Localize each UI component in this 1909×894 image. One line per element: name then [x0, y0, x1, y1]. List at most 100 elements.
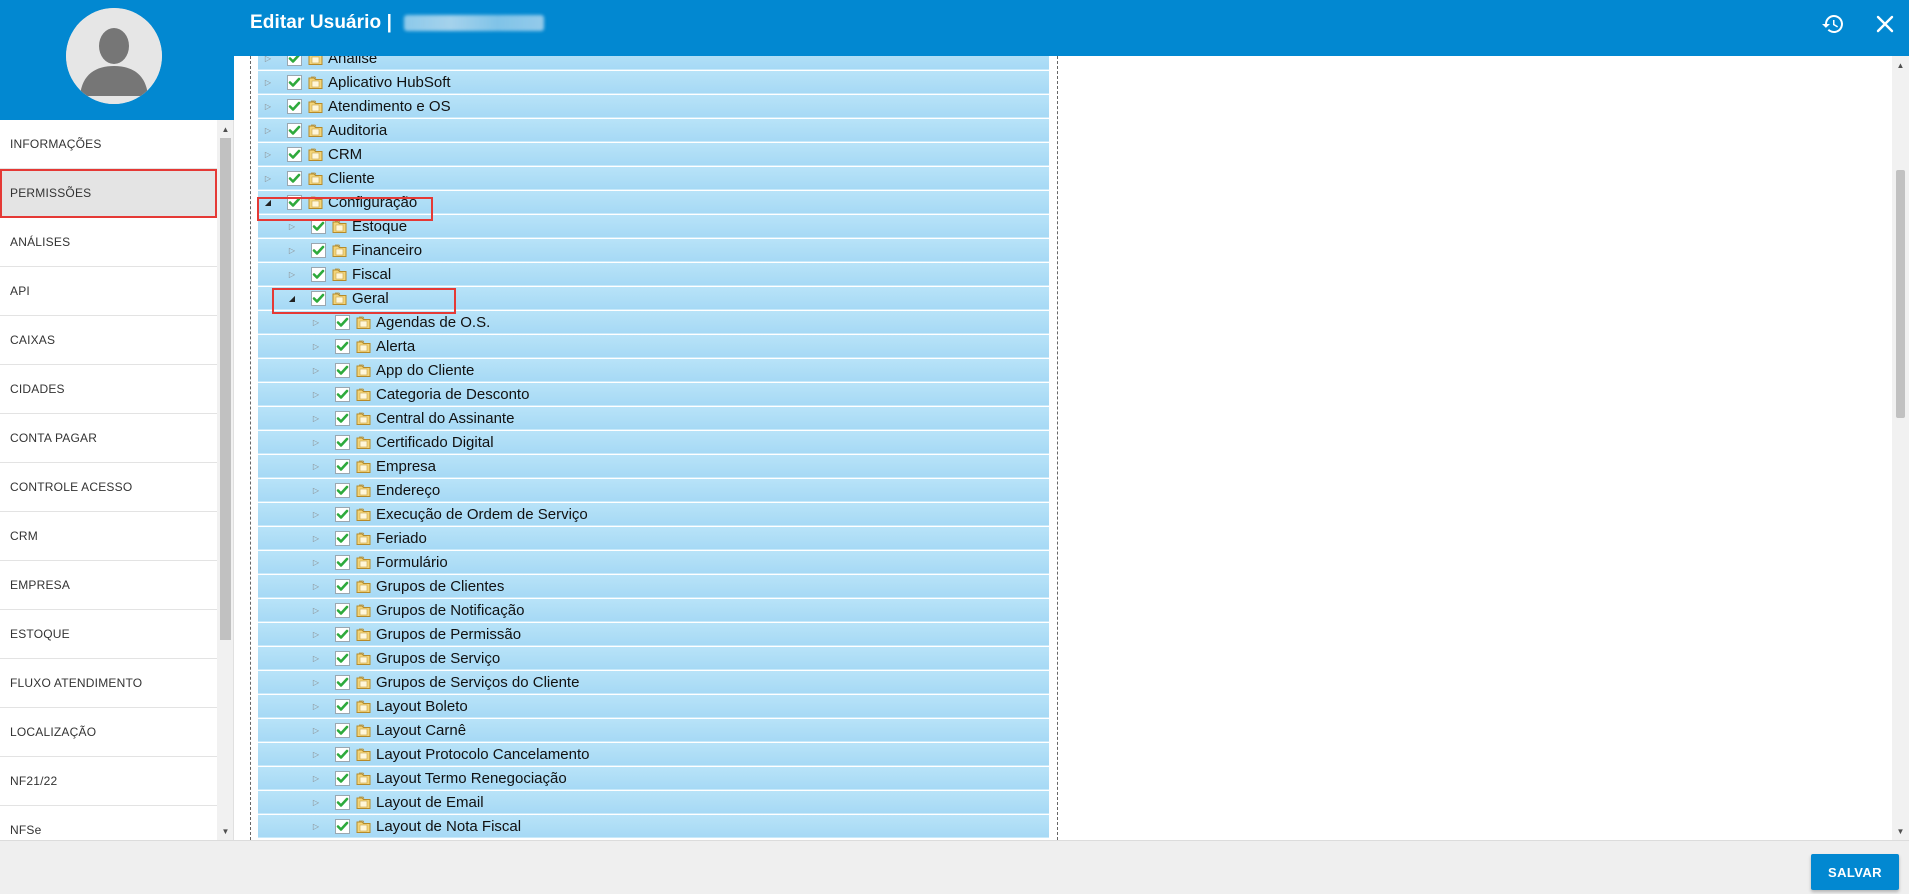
expand-triangle-icon[interactable]: ▷: [310, 556, 322, 568]
expand-triangle-icon[interactable]: ▷: [310, 652, 322, 664]
tree-row[interactable]: ▷ App do Cliente: [258, 359, 1049, 382]
main-scroll-thumb[interactable]: [1896, 170, 1905, 418]
expand-triangle-icon[interactable]: ▷: [262, 100, 274, 112]
tree-row[interactable]: ▷ Layout Termo Renegociação: [258, 767, 1049, 790]
expand-triangle-icon[interactable]: ▷: [310, 676, 322, 688]
checkbox-checked-icon[interactable]: [334, 746, 350, 762]
sidebar-item-nfse[interactable]: NFSe: [0, 806, 217, 840]
tree-row[interactable]: ▷ Layout Boleto: [258, 695, 1049, 718]
checkbox-checked-icon[interactable]: [286, 194, 302, 210]
expand-triangle-icon[interactable]: ▷: [310, 436, 322, 448]
tree-row[interactable]: ▷ Layout Carnê: [258, 719, 1049, 742]
collapse-triangle-icon[interactable]: ◢: [262, 196, 274, 208]
tree-row[interactable]: ◢ Configuração: [258, 191, 1049, 214]
history-button[interactable]: [1819, 10, 1847, 38]
expand-triangle-icon[interactable]: ▷: [286, 244, 298, 256]
expand-triangle-icon[interactable]: ▷: [310, 820, 322, 832]
expand-triangle-icon[interactable]: ▷: [310, 412, 322, 424]
sidebar-item-crm[interactable]: CRM: [0, 512, 217, 561]
tree-row[interactable]: ▷ Atendimento e OS: [258, 95, 1049, 118]
checkbox-checked-icon[interactable]: [334, 554, 350, 570]
tree-row[interactable]: ▷ Grupos de Notificação: [258, 599, 1049, 622]
expand-triangle-icon[interactable]: ▷: [310, 388, 322, 400]
tree-row[interactable]: ▷ Financeiro: [258, 239, 1049, 262]
checkbox-checked-icon[interactable]: [334, 770, 350, 786]
expand-triangle-icon[interactable]: ▷: [310, 316, 322, 328]
expand-triangle-icon[interactable]: ▷: [310, 484, 322, 496]
expand-triangle-icon[interactable]: ▷: [310, 628, 322, 640]
checkbox-checked-icon[interactable]: [334, 410, 350, 426]
expand-triangle-icon[interactable]: ▷: [310, 796, 322, 808]
tree-row[interactable]: ▷ Grupos de Clientes: [258, 575, 1049, 598]
checkbox-checked-icon[interactable]: [310, 242, 326, 258]
expand-triangle-icon[interactable]: ▷: [310, 700, 322, 712]
checkbox-checked-icon[interactable]: [334, 818, 350, 834]
tree-row[interactable]: ▷ Alerta: [258, 335, 1049, 358]
checkbox-checked-icon[interactable]: [334, 314, 350, 330]
tree-row[interactable]: ◢ Geral: [258, 287, 1049, 310]
checkbox-checked-icon[interactable]: [334, 458, 350, 474]
sidebar-item-caixas[interactable]: CAIXAS: [0, 316, 217, 365]
sidebar-item-permissoes[interactable]: PERMISSÕES: [0, 169, 217, 218]
sidebar-item-fluxo-atendimento[interactable]: FLUXO ATENDIMENTO: [0, 659, 217, 708]
checkbox-checked-icon[interactable]: [286, 146, 302, 162]
expand-triangle-icon[interactable]: ▷: [310, 340, 322, 352]
collapse-triangle-icon[interactable]: ◢: [286, 292, 298, 304]
tree-row[interactable]: ▷ Auditoria: [258, 119, 1049, 142]
tree-row[interactable]: ▷ Aplicativo HubSoft: [258, 71, 1049, 94]
main-scrollbar[interactable]: ▲ ▼: [1892, 56, 1909, 840]
tree-row[interactable]: ▷ Layout de Email: [258, 791, 1049, 814]
tree-row[interactable]: ▷ Cliente: [258, 167, 1049, 190]
sidebar-item-controle-acesso[interactable]: CONTROLE ACESSO: [0, 463, 217, 512]
checkbox-checked-icon[interactable]: [334, 530, 350, 546]
tree-row[interactable]: ▷ Grupos de Serviço: [258, 647, 1049, 670]
expand-triangle-icon[interactable]: ▷: [286, 220, 298, 232]
tree-row[interactable]: ▷ Agendas de O.S.: [258, 311, 1049, 334]
sidebar-item-cidades[interactable]: CIDADES: [0, 365, 217, 414]
expand-triangle-icon[interactable]: ▷: [262, 124, 274, 136]
expand-triangle-icon[interactable]: ▷: [310, 604, 322, 616]
main-scroll-down-icon[interactable]: ▼: [1892, 824, 1909, 838]
expand-triangle-icon[interactable]: ▷: [262, 172, 274, 184]
tree-row[interactable]: ▷ Certificado Digital: [258, 431, 1049, 454]
tree-row[interactable]: ▷ CRM: [258, 143, 1049, 166]
close-button[interactable]: [1871, 10, 1899, 38]
checkbox-checked-icon[interactable]: [286, 170, 302, 186]
checkbox-checked-icon[interactable]: [334, 506, 350, 522]
tree-row[interactable]: ▷ Análise: [258, 56, 1049, 70]
checkbox-checked-icon[interactable]: [286, 56, 302, 66]
expand-triangle-icon[interactable]: ▷: [310, 364, 322, 376]
tree-row[interactable]: ▷ Estoque: [258, 215, 1049, 238]
checkbox-checked-icon[interactable]: [334, 362, 350, 378]
checkbox-checked-icon[interactable]: [334, 698, 350, 714]
tree-row[interactable]: ▷ Grupos de Serviços do Cliente: [258, 671, 1049, 694]
checkbox-checked-icon[interactable]: [334, 674, 350, 690]
sidebar-item-estoque[interactable]: ESTOQUE: [0, 610, 217, 659]
sidebar-item-informacoes[interactable]: INFORMAÇÕES: [0, 120, 217, 169]
sidebar-scrollbar[interactable]: ▲ ▼: [217, 120, 233, 840]
sidebar-item-nf21-22[interactable]: NF21/22: [0, 757, 217, 806]
checkbox-checked-icon[interactable]: [334, 434, 350, 450]
sidebar-item-empresa[interactable]: EMPRESA: [0, 561, 217, 610]
checkbox-checked-icon[interactable]: [334, 794, 350, 810]
checkbox-checked-icon[interactable]: [334, 602, 350, 618]
checkbox-checked-icon[interactable]: [286, 122, 302, 138]
tree-row[interactable]: ▷ Grupos de Permissão: [258, 623, 1049, 646]
expand-triangle-icon[interactable]: ▷: [310, 460, 322, 472]
expand-triangle-icon[interactable]: ▷: [310, 724, 322, 736]
checkbox-checked-icon[interactable]: [334, 386, 350, 402]
sidebar-item-localizacao[interactable]: LOCALIZAÇÃO: [0, 708, 217, 757]
checkbox-checked-icon[interactable]: [286, 98, 302, 114]
expand-triangle-icon[interactable]: ▷: [310, 580, 322, 592]
scroll-up-arrow-icon[interactable]: ▲: [217, 122, 233, 136]
tree-row[interactable]: ▷ Layout de Nota Fiscal: [258, 815, 1049, 838]
tree-row[interactable]: ▷ Execução de Ordem de Serviço: [258, 503, 1049, 526]
expand-triangle-icon[interactable]: ▷: [310, 772, 322, 784]
checkbox-checked-icon[interactable]: [334, 338, 350, 354]
tree-row[interactable]: ▷ Empresa: [258, 455, 1049, 478]
sidebar-scroll-thumb[interactable]: [220, 138, 231, 640]
expand-triangle-icon[interactable]: ▷: [310, 532, 322, 544]
save-button[interactable]: SALVAR: [1811, 854, 1899, 890]
sidebar-item-api[interactable]: API: [0, 267, 217, 316]
tree-row[interactable]: ▷ Categoria de Desconto: [258, 383, 1049, 406]
